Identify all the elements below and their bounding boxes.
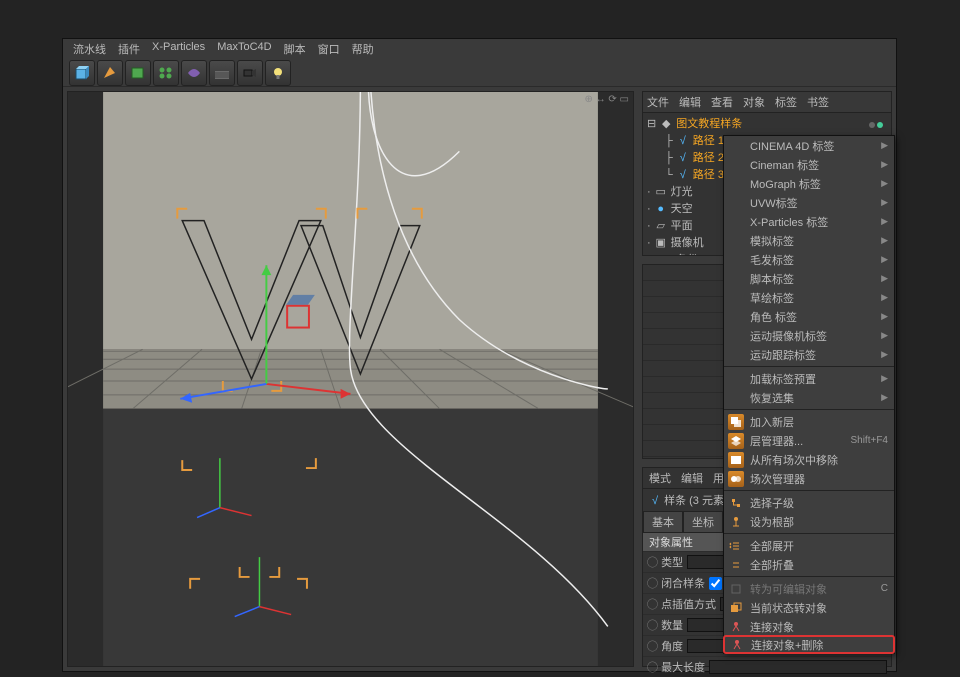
expand-icon (728, 538, 744, 554)
mi-mograph-tags[interactable]: MoGraph 标签▶ (724, 174, 894, 193)
lab-count: 数量 (647, 617, 683, 633)
root-icon (728, 514, 744, 530)
mi-select-children[interactable]: 选择子级 (724, 493, 894, 512)
mi-layer-manager[interactable]: 层管理器...Shift+F4 (724, 431, 894, 450)
attr-mode[interactable]: 模式 (649, 470, 671, 486)
mi-xp-tags[interactable]: X-Particles 标签▶ (724, 212, 894, 231)
lab-interp: 点插值方式 (647, 596, 716, 612)
layers-icon (728, 433, 744, 449)
attr-edit[interactable]: 编辑 (681, 470, 703, 486)
camera-button[interactable] (237, 60, 263, 86)
deformer-button[interactable] (181, 60, 207, 86)
current-state-icon (728, 600, 744, 616)
chk-closed[interactable] (709, 577, 722, 590)
tree-item[interactable]: 备份 (676, 252, 698, 256)
mi-sim-tags[interactable]: 模拟标签▶ (724, 231, 894, 250)
mi-cineman-tags[interactable]: Cineman 标签▶ (724, 155, 894, 174)
viewport-scene (68, 92, 633, 666)
mi-add-layer[interactable]: 加入新层 (724, 412, 894, 431)
select-children-icon (728, 495, 744, 511)
om-view[interactable]: 查看 (711, 94, 733, 110)
viewport-nav-icons[interactable]: ⊕ ↔ ⟳ ▭ (584, 94, 629, 105)
collapse-icon (728, 557, 744, 573)
om-bookmark[interactable]: 书签 (807, 94, 829, 110)
mi-script-tags[interactable]: 脚本标签▶ (724, 269, 894, 288)
spline-icon: √ (677, 136, 689, 148)
tree-item[interactable]: 路径 2 (693, 150, 724, 167)
ctx-group-tags: CINEMA 4D 标签▶ Cineman 标签▶ MoGraph 标签▶ UV… (724, 136, 894, 364)
tree-item[interactable]: 摄像机 (671, 235, 704, 252)
lab-angle: 角度 (647, 638, 683, 654)
lab-type: 类型 (647, 554, 683, 570)
tree-root[interactable]: 图文教程样条 (676, 116, 742, 133)
om-object[interactable]: 对象 (743, 94, 765, 110)
mi-take-manager[interactable]: 场次管理器 (724, 469, 894, 488)
spline-icon: √ (677, 153, 689, 165)
floor-button[interactable] (209, 60, 235, 86)
plane-icon: ▱ (655, 221, 667, 233)
menu-help[interactable]: 帮助 (352, 41, 374, 57)
tree-item[interactable]: 路径 1 (693, 133, 724, 150)
mi-restore-sel[interactable]: 恢复选集▶ (724, 388, 894, 407)
main-menu-bar: 流水线 插件 X-Particles MaxToC4D 脚本 窗口 帮助 (63, 39, 896, 57)
sky-icon: ● (655, 204, 667, 216)
sweep-icon: ◆ (660, 119, 672, 131)
lab-closed: 闭合样条 (647, 575, 705, 591)
camera-icon: ▣ (655, 238, 667, 250)
mi-connect[interactable]: 连接对象 (724, 617, 894, 636)
mi-mocam-tags[interactable]: 运动摄像机标签▶ (724, 326, 894, 345)
mi-sketch-tags[interactable]: 草绘标签▶ (724, 288, 894, 307)
tab-basic[interactable]: 基本 (643, 511, 683, 533)
mi-uvw-tags[interactable]: UVW标签▶ (724, 193, 894, 212)
cube-primitive-button[interactable] (69, 60, 95, 86)
light-icon: ▭ (655, 187, 667, 199)
nurbs-button[interactable] (125, 60, 151, 86)
mi-expand-all[interactable]: 全部展开 (724, 536, 894, 555)
menu-window[interactable]: 窗口 (318, 41, 340, 57)
tree-item[interactable]: 天空 (671, 201, 693, 218)
menu-maxtoc4d[interactable]: MaxToC4D (217, 41, 271, 57)
mi-set-root[interactable]: 设为根部 (724, 512, 894, 531)
take-remove-icon (728, 452, 744, 468)
spline-icon: √ (677, 170, 689, 182)
menu-plugin[interactable]: 插件 (118, 41, 140, 57)
mi-current-state[interactable]: 当前状态转对象 (724, 598, 894, 617)
connect-icon (728, 619, 744, 635)
lab-maxlen: 最大长度 (647, 659, 705, 675)
mi-load-preset[interactable]: 加载标签预置▶ (724, 369, 894, 388)
om-tags[interactable]: 标签 (775, 94, 797, 110)
om-file[interactable]: 文件 (647, 94, 669, 110)
om-edit[interactable]: 编辑 (679, 94, 701, 110)
context-menu: CINEMA 4D 标签▶ Cineman 标签▶ MoGraph 标签▶ UV… (723, 135, 895, 654)
menu-pipeline[interactable]: 流水线 (73, 41, 106, 57)
generator-button[interactable] (153, 60, 179, 86)
layers-icon (728, 414, 744, 430)
tree-item[interactable]: 灯光 (671, 184, 693, 201)
tree-item[interactable]: 平面 (671, 218, 693, 235)
make-editable-icon (728, 581, 744, 597)
menu-script[interactable]: 脚本 (284, 41, 306, 57)
object-manager-menubar: 文件 编辑 查看 对象 标签 书签 (643, 92, 891, 113)
spline-pen-button[interactable] (97, 60, 123, 86)
mi-c4d-tags[interactable]: CINEMA 4D 标签▶ (724, 136, 894, 155)
main-toolbar (63, 57, 896, 87)
mi-char-tags[interactable]: 角色 标签▶ (724, 307, 894, 326)
mi-motrack-tags[interactable]: 运动跟踪标签▶ (724, 345, 894, 364)
tab-coord[interactable]: 坐标 (683, 511, 723, 533)
light-button[interactable] (265, 60, 291, 86)
mi-connect-delete[interactable]: 连接对象+删除 (723, 635, 895, 654)
connect-delete-icon (729, 637, 745, 653)
mi-collapse-all[interactable]: 全部折叠 (724, 555, 894, 574)
take-manager-icon (728, 471, 744, 487)
tree-item[interactable]: 路径 3 (693, 167, 724, 184)
mi-make-editable[interactable]: 转为可编辑对象C (724, 579, 894, 598)
menu-xparticles[interactable]: X-Particles (152, 41, 205, 57)
viewport[interactable]: ⊕ ↔ ⟳ ▭ (67, 91, 634, 667)
mi-remove-takes[interactable]: 从所有场次中移除 (724, 450, 894, 469)
null-icon: ◆ (660, 255, 672, 257)
mi-hair-tags[interactable]: 毛发标签▶ (724, 250, 894, 269)
